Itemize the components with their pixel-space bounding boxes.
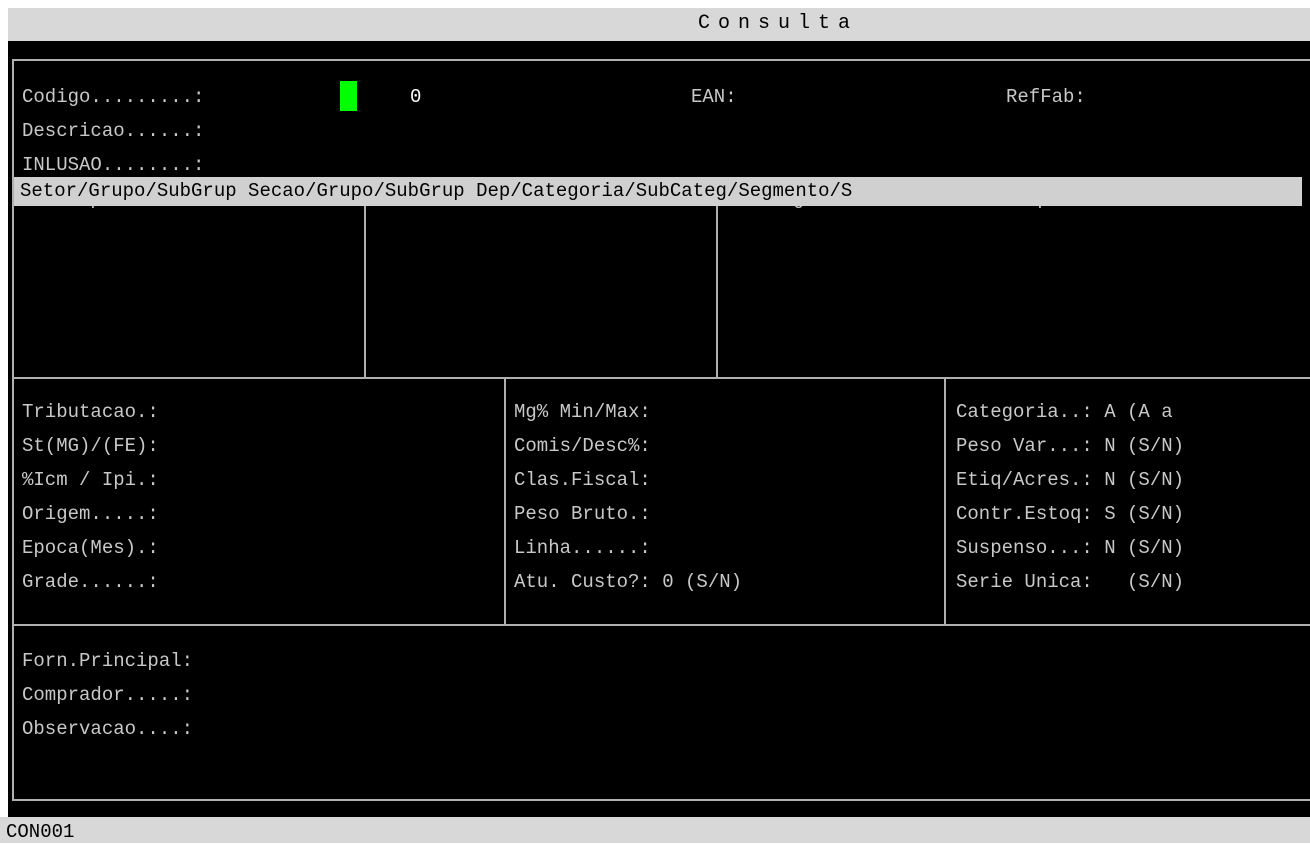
contr-estoq-field: Contr.Estoq: S (S/N) (956, 503, 1185, 525)
mid-bottom-line (12, 624, 1310, 626)
observacao-label: Observacao....: (22, 718, 194, 740)
categoria-field: Categoria..: A (A a (956, 401, 1173, 423)
peso-bruto-label: Peso Bruto.: (514, 503, 651, 525)
mid-divider-2 (944, 377, 946, 625)
title-bar: Consulta (8, 8, 1310, 41)
form-border (12, 59, 1310, 801)
tributacao-label: Tributacao.: (22, 401, 159, 423)
mid-divider-1 (504, 377, 506, 625)
st-label: St(MG)/(FE): (22, 435, 159, 457)
epoca-label: Epoca(Mes).: (22, 537, 159, 559)
grid-bottom-line (12, 377, 1310, 379)
status-bar: CON001 (0, 817, 1310, 843)
hierarchy-grid-header-text: Setor/Grupo/SubGrup Secao/Grupo/SubGrup … (20, 180, 853, 202)
terminal-screen[interactable]: Codigo.........: 0 EAN: RefFab: Descrica… (8, 41, 1310, 817)
comprador-label: Comprador.....: (22, 684, 194, 706)
grid-divider-1 (364, 206, 366, 378)
icm-ipi-label: %Icm / Ipi.: (22, 469, 159, 491)
suspenso-field: Suspenso...: N (S/N) (956, 537, 1185, 559)
codigo-label: Codigo.........: (22, 86, 205, 108)
origem-label: Origem.....: (22, 503, 159, 525)
codigo-input-cursor[interactable] (340, 81, 357, 111)
inclusao-label: INLUSAO........: (22, 154, 205, 176)
codigo-value: 0 (410, 86, 422, 108)
margem-label: Mg% Min/Max: (514, 401, 651, 423)
forn-principal-label: Forn.Principal: (22, 650, 194, 672)
reffab-label: RefFab: (1006, 86, 1086, 108)
linha-label: Linha......: (514, 537, 651, 559)
hierarchy-grid-header: Setor/Grupo/SubGrup Secao/Grupo/SubGrup … (14, 177, 1302, 206)
terminal-window: Consulta Codigo.........: 0 EAN: RefFab:… (0, 0, 1310, 843)
peso-var-field: Peso Var...: N (S/N) (956, 435, 1185, 457)
window-title: Consulta (698, 12, 859, 35)
grade-label: Grade......: (22, 571, 159, 593)
clas-fiscal-label: Clas.Fiscal: (514, 469, 651, 491)
serie-unica-field: Serie Unica: (S/N) (956, 571, 1185, 593)
atu-custo-field: Atu. Custo?: 0 (S/N) (514, 571, 743, 593)
comis-desc-label: Comis/Desc%: (514, 435, 651, 457)
ean-label: EAN: (691, 86, 737, 108)
etiq-acres-field: Etiq/Acres.: N (S/N) (956, 469, 1185, 491)
grid-divider-2 (716, 206, 718, 378)
descricao-label: Descricao......: (22, 120, 205, 142)
program-code: CON001 (6, 821, 75, 843)
